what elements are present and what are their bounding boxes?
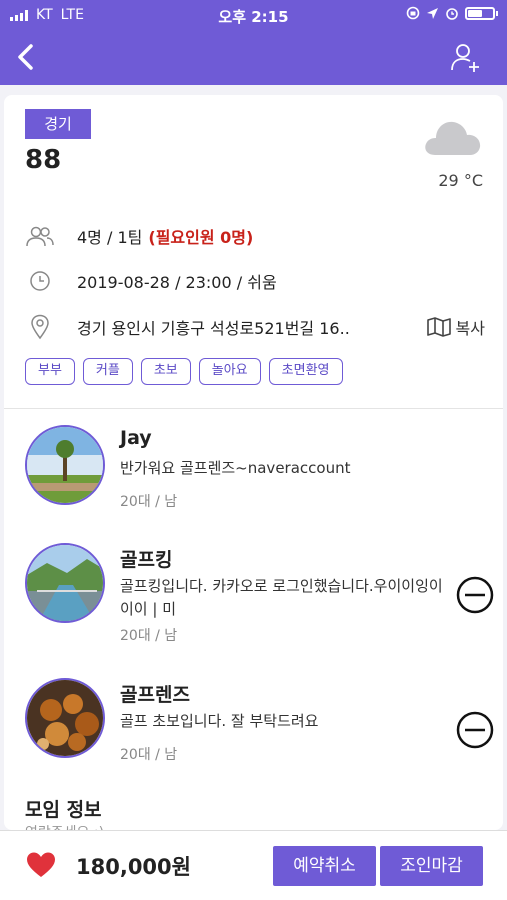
member-item[interactable]: 골프킹 골프킹입니다. 카카오로 로그인했습니다.우이이잉이이이 | 미 20대… — [25, 543, 495, 644]
needed-count: (필요인원 0명) — [148, 228, 254, 247]
member-name: 골프렌즈 — [120, 684, 190, 706]
remove-member-button[interactable] — [455, 575, 495, 615]
address-row: 경기 용인시 기흥구 석성로521번길 16.. — [25, 314, 350, 340]
meeting-address: 경기 용인시 기흥구 석성로521번길 16.. — [77, 319, 350, 338]
tag-chip: 부부 — [25, 358, 75, 385]
temperature-label: 29 °C — [438, 171, 483, 190]
member-item[interactable]: Jay 반가워요 골프렌즈~naveraccount 20대 / 남 — [25, 425, 495, 515]
heart-icon — [27, 852, 55, 877]
avatar — [25, 678, 105, 758]
people-row: 4명 / 1팀 (필요인원 0명) — [25, 223, 253, 249]
location-icon — [427, 7, 438, 19]
remove-member-button[interactable] — [455, 710, 495, 750]
region-badge: 경기 — [25, 109, 91, 139]
minus-circle-icon — [456, 711, 494, 749]
add-user-button[interactable] — [449, 40, 483, 74]
screen-lock-icon — [406, 6, 420, 20]
member-meta: 20대 / 남 — [120, 494, 178, 510]
meeting-card: 경기 88 29 °C 4명 / 1팀 (필요인원 0명) 2019-08-28… — [4, 95, 503, 830]
section-title: 모임 정보 — [25, 799, 102, 821]
chevron-left-icon — [18, 44, 33, 70]
battery-icon — [465, 6, 498, 20]
member-intro: 골프킹입니다. 카카오로 로그인했습니다.우이이잉이이이 | 미 — [120, 577, 443, 618]
status-bar: KT LTE 오후 2:15 — [0, 0, 507, 30]
avatar — [25, 543, 105, 623]
member-item[interactable]: 골프렌즈 골프 초보입니다. 잘 부탁드려요 20대 / 남 — [25, 678, 495, 768]
price-label: 180,000원 — [76, 855, 191, 879]
copy-label: 복사 — [455, 319, 485, 338]
member-name: Jay — [120, 427, 152, 449]
section-subtitle: 연락주세요 :) — [25, 822, 104, 830]
meeting-datetime: 2019-08-28 / 23:00 / 쉬움 — [77, 273, 277, 292]
tag-chip: 놀아요 — [198, 358, 261, 385]
meeting-title: 88 — [25, 145, 62, 175]
back-button[interactable] — [10, 40, 44, 74]
nav-bar — [0, 30, 507, 85]
member-intro: 골프 초보입니다. 잘 부탁드려요 — [120, 712, 319, 730]
cloud-icon — [425, 121, 481, 155]
people-icon — [25, 223, 55, 249]
like-button[interactable] — [26, 851, 56, 879]
bottom-bar: 180,000원 예약취소 조인마감 — [0, 830, 507, 900]
people-count: 4명 / 1팀 — [77, 228, 143, 247]
map-icon — [426, 317, 451, 337]
clock-icon — [25, 268, 55, 294]
tag-list: 부부 커플 초보 놀아요 초면환영 — [25, 358, 343, 385]
tag-chip: 커플 — [82, 358, 133, 385]
tag-chip: 초면환영 — [268, 358, 343, 385]
alarm-icon — [446, 8, 458, 20]
location-pin-icon — [25, 314, 55, 340]
member-meta: 20대 / 남 — [120, 628, 178, 644]
add-user-icon — [451, 44, 479, 72]
tag-chip: 초보 — [140, 358, 191, 385]
close-join-button[interactable]: 조인마감 — [380, 846, 483, 886]
member-name: 골프킹 — [120, 549, 173, 571]
minus-circle-icon — [456, 576, 494, 614]
member-intro: 반가워요 골프렌즈~naveraccount — [120, 459, 351, 477]
member-meta: 20대 / 남 — [120, 747, 178, 763]
avatar — [25, 425, 105, 505]
cancel-reservation-button[interactable]: 예약취소 — [273, 846, 376, 886]
divider — [4, 408, 503, 409]
copy-address-button[interactable]: 복사 — [426, 315, 485, 339]
datetime-row: 2019-08-28 / 23:00 / 쉬움 — [25, 268, 277, 294]
